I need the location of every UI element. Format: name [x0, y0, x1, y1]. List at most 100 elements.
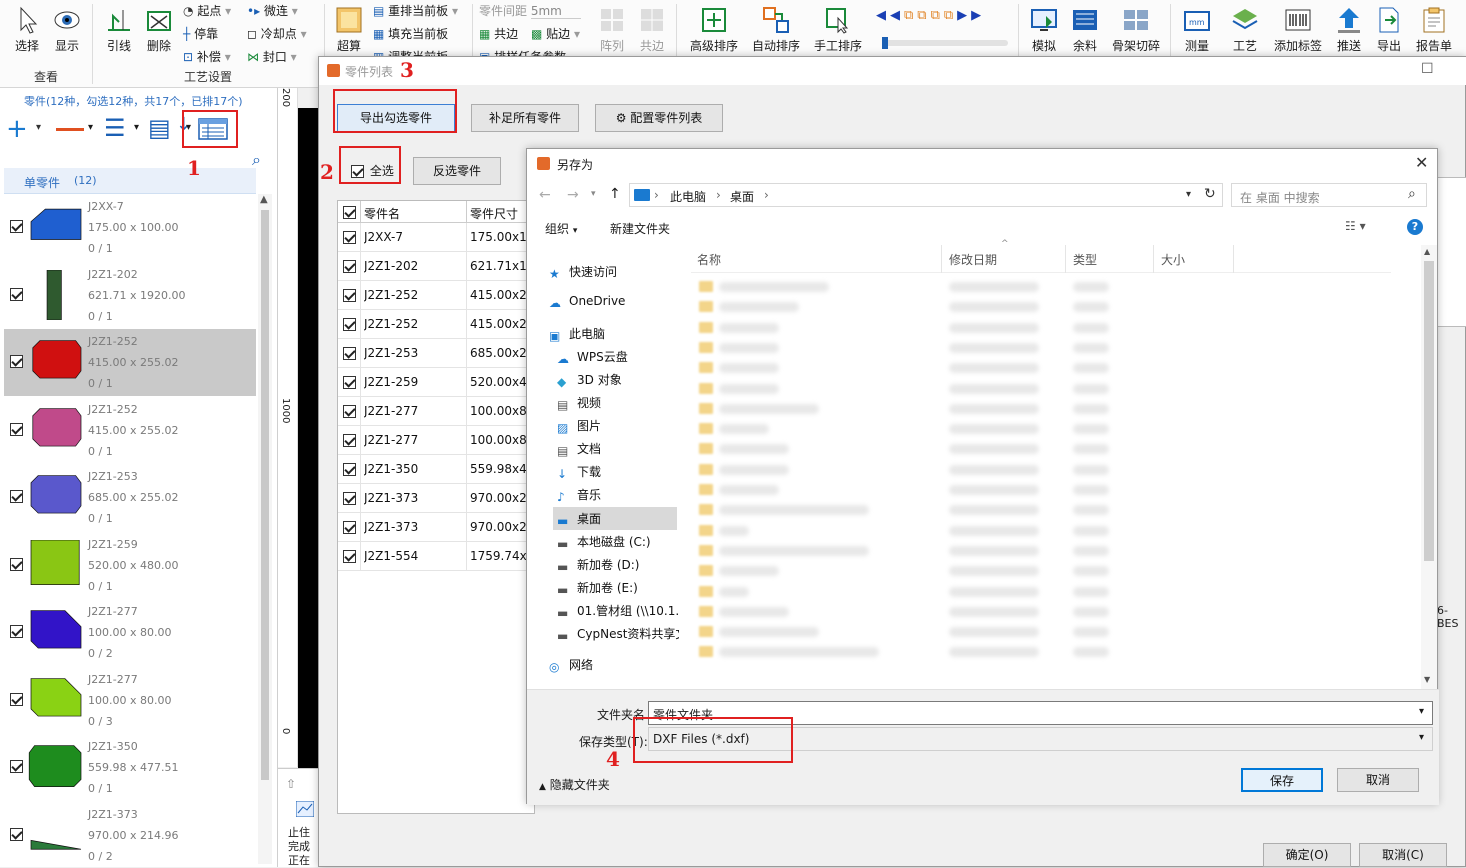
nav-item[interactable]: ▤ 视频 — [557, 394, 601, 412]
nav-item[interactable]: ↓ 下载 — [557, 463, 601, 481]
row-checkbox[interactable] — [343, 492, 356, 505]
file-list-scrollbar[interactable]: ▲ ▼ — [1421, 245, 1437, 689]
organize-menu[interactable]: 组织 ▾ — [545, 220, 577, 237]
save-button[interactable]: 保存 — [1241, 768, 1323, 792]
select-button[interactable]: 选择 — [10, 6, 44, 54]
nav-item[interactable]: ◆ 3D 对象 — [557, 371, 622, 389]
part-checkbox[interactable] — [10, 557, 23, 571]
nav-item[interactable]: ◎ 网络 — [549, 656, 593, 674]
row-checkbox[interactable] — [343, 405, 356, 418]
forward-icon[interactable]: ▶▶ — [957, 8, 985, 23]
chevron-down-icon[interactable]: ▾ — [1419, 732, 1424, 743]
sort-progress-slider[interactable] — [882, 37, 1008, 49]
row-checkbox[interactable] — [343, 463, 356, 476]
part-checkbox[interactable] — [10, 422, 23, 436]
part-list-item[interactable]: J2XX-7 175.00 x 100.00 0 / 1 — [4, 194, 256, 261]
manual-sort-button[interactable]: 手工排序 — [811, 6, 865, 54]
column-date[interactable]: 修改日期 — [949, 251, 997, 268]
measure-button[interactable]: mm 测量 — [1180, 6, 1214, 54]
table-row[interactable]: J2Z1-202 621.71x192( — [338, 252, 536, 281]
part-list-item[interactable]: J2Z1-373 970.00 x 214.96 0 / 2 — [4, 802, 256, 868]
list-icon[interactable]: ☰ — [104, 114, 126, 142]
scroll-up-icon[interactable]: ▲ — [260, 194, 268, 205]
scrollbar-thumb[interactable] — [1424, 261, 1434, 561]
scroll-up-icon[interactable]: ▲ — [1424, 247, 1430, 256]
nav-item[interactable]: ☁ OneDrive — [549, 294, 625, 310]
delete-button[interactable]: 删除 — [142, 6, 176, 54]
scrollbar-thumb[interactable] — [261, 210, 269, 780]
chevron-down-icon[interactable]: ▾ — [1419, 706, 1424, 717]
nav-item[interactable]: ♪ 音乐 — [557, 486, 601, 504]
chevron-down-icon[interactable]: ▾ — [591, 189, 596, 199]
report-button[interactable]: 报告单 — [1414, 6, 1454, 54]
scroll-down-icon[interactable]: ▼ — [1424, 675, 1430, 684]
simulate-button[interactable]: 模拟 — [1027, 6, 1061, 54]
seal-button[interactable]: ⋈ 封口 ▾ — [247, 48, 297, 65]
table-row[interactable]: J2Z1-554 1759.74x10. — [338, 542, 536, 571]
table-row[interactable]: J2Z1-373 970.00x214. — [338, 484, 536, 513]
part-checkbox[interactable] — [10, 490, 23, 503]
stop-button[interactable]: ┼ 停靠 — [183, 25, 218, 42]
lead-button[interactable]: 引线 — [102, 6, 136, 54]
table-row[interactable]: J2Z1-277 100.00x80.0 — [338, 426, 536, 455]
search-icon[interactable]: ⌕ — [252, 150, 261, 170]
table-row[interactable]: J2Z1-259 520.00x480. — [338, 368, 536, 397]
nav-item[interactable]: ▤ 文档 — [557, 440, 601, 458]
advanced-sort-button[interactable]: 高级排序 — [687, 6, 741, 54]
row-checkbox[interactable] — [343, 521, 356, 534]
up-arrow-icon[interactable]: ↑ — [609, 186, 621, 202]
maximize-icon[interactable]: ☐ — [1421, 61, 1434, 77]
cancel-save-button[interactable]: 取消 — [1337, 768, 1419, 792]
cooling-point-button[interactable]: ◻ 冷却点 ▾ — [247, 25, 307, 42]
chevron-down-icon[interactable]: ▾ — [88, 122, 93, 133]
nav-item[interactable]: ▬ 01.管材组 (\\10.1.1 — [557, 602, 679, 620]
part-list-item[interactable]: J2Z1-252 415.00 x 255.02 0 / 1 — [4, 329, 256, 396]
minus-icon[interactable] — [56, 128, 84, 131]
single-part-tab[interactable]: 单零件 (12) — [4, 168, 256, 194]
part-gap-field[interactable]: 零件间距 5mm — [479, 2, 581, 19]
part-list-item[interactable]: J2Z1-202 621.71 x 1920.00 0 / 1 — [4, 262, 256, 329]
nav-item[interactable]: ▣ 此电脑 — [549, 325, 605, 343]
row-checkbox[interactable] — [343, 289, 356, 302]
part-list-item[interactable]: J2Z1-277 100.00 x 80.00 0 / 3 — [4, 667, 256, 734]
nav-item[interactable]: ▬ CypNest资料共享文 — [557, 625, 679, 643]
forward-icon[interactable]: → — [567, 187, 579, 203]
nav-item[interactable]: ▨ 图片 — [557, 417, 601, 435]
skeleton-cut-button[interactable]: 骨架切碎 — [1110, 6, 1162, 54]
row-checkbox[interactable] — [343, 376, 356, 389]
home-icon[interactable]: ⇧ — [286, 777, 296, 791]
edge-stick-button[interactable]: ▩ 贴边 ▾ — [531, 25, 580, 42]
common-edge-button[interactable]: ▦ 共边 — [479, 25, 518, 42]
refresh-icon[interactable]: ↻ — [1204, 186, 1216, 202]
nest-canvas[interactable] — [298, 108, 318, 768]
nav-item[interactable]: ☁ WPS云盘 — [557, 348, 628, 366]
column-size[interactable]: 大小 — [1161, 251, 1185, 268]
hide-folders-toggle[interactable]: ▲ 隐藏文件夹 — [539, 776, 610, 793]
start-point-button[interactable]: ◔ 起点 ▾ — [183, 2, 231, 19]
slider-handle[interactable] — [882, 37, 888, 49]
add-icon[interactable]: + — [6, 116, 28, 142]
process-button[interactable]: 工艺 — [1228, 6, 1262, 54]
breadcrumb-this-pc[interactable]: 此电脑 — [670, 188, 706, 205]
chevron-down-icon[interactable]: ▾ — [1186, 189, 1191, 200]
nav-item[interactable]: ▬ 本地磁盘 (C:) — [557, 533, 651, 551]
remnant-button[interactable]: 余料 — [1068, 6, 1102, 54]
display-button[interactable]: 显示 — [50, 6, 84, 54]
table-row[interactable]: J2XX-7 175.00x100. — [338, 223, 536, 252]
super-calc-button[interactable]: 超算 — [333, 6, 365, 54]
back-icon[interactable]: ← — [539, 187, 551, 203]
help-icon[interactable]: ? — [1407, 219, 1423, 235]
part-list-item[interactable]: J2Z1-350 559.98 x 477.51 0 / 1 — [4, 734, 256, 801]
part-list-item[interactable]: J2Z1-277 100.00 x 80.00 0 / 2 — [4, 599, 256, 666]
part-list-item[interactable]: J2Z1-253 685.00 x 255.02 0 / 1 — [4, 464, 256, 531]
table-row[interactable]: J2Z1-252 415.00x255. — [338, 310, 536, 339]
search-box[interactable]: 在 桌面 中搜索 ⌕ — [1231, 183, 1427, 207]
ok-button[interactable]: 确定(O) — [1263, 843, 1351, 867]
column-name[interactable]: 名称 — [697, 251, 721, 268]
row-checkbox[interactable] — [343, 347, 356, 360]
cancel-button[interactable]: 取消(C) — [1359, 843, 1447, 867]
table-row[interactable]: J2Z1-277 100.00x80.0 — [338, 397, 536, 426]
view-options-icon[interactable]: ☷ ▾ — [1345, 219, 1366, 233]
part-list-item[interactable]: J2Z1-259 520.00 x 480.00 0 / 1 — [4, 532, 256, 599]
row-checkbox[interactable] — [343, 318, 356, 331]
